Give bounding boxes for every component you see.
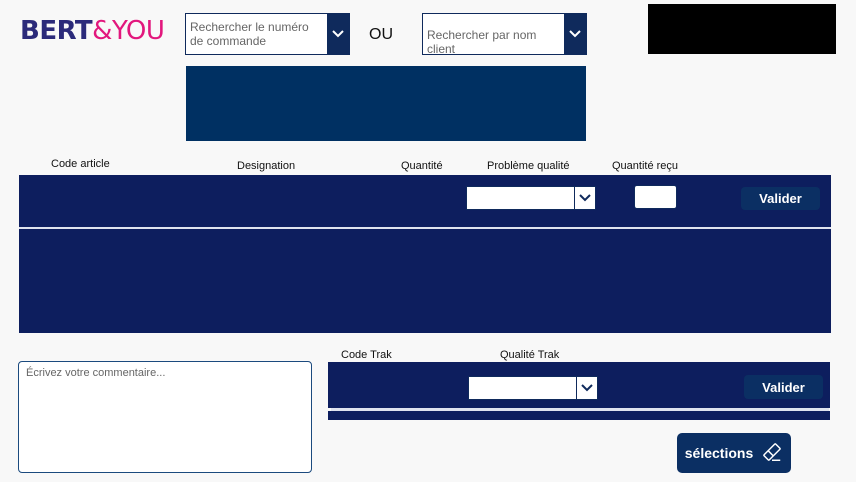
- table-row: [19, 175, 831, 227]
- clear-selections-button[interactable]: sélections: [677, 433, 791, 473]
- chevron-down-icon[interactable]: [564, 14, 586, 54]
- order-number-search-input[interactable]: Rechercher le numéro de commande: [186, 14, 327, 54]
- chevron-down-icon[interactable]: [576, 377, 597, 399]
- header-quantite: Quantité: [401, 160, 443, 172]
- header-probleme-qualite: Problème qualité: [487, 160, 570, 172]
- header-code-article: Code article: [51, 158, 110, 170]
- table-empty-area: [19, 229, 831, 333]
- logo-text-accent: &YOU: [92, 16, 165, 46]
- client-name-search-combo[interactable]: Rechercher par nom client: [422, 13, 587, 55]
- client-name-search-input[interactable]: Rechercher par nom client: [423, 14, 564, 54]
- brand-logo: BERT &YOU: [20, 14, 165, 48]
- header-designation: Designation: [237, 160, 296, 172]
- trak-quality-dropdown[interactable]: [468, 376, 598, 400]
- validate-trak-button[interactable]: Valider: [744, 375, 823, 399]
- redacted-block: [648, 4, 836, 54]
- order-number-search-combo[interactable]: Rechercher le numéro de commande: [185, 13, 350, 55]
- trak-footer-band: [328, 411, 830, 420]
- header-quantite-recu: Quantité reçu: [612, 160, 679, 172]
- eraser-icon: [761, 441, 783, 466]
- logo-text-primary: BERT: [20, 16, 93, 46]
- chevron-down-icon[interactable]: [574, 187, 595, 209]
- selections-label: sélections: [684, 445, 754, 461]
- chevron-down-icon[interactable]: [327, 14, 349, 54]
- order-info-panel: [186, 66, 586, 141]
- header-qualite-trak: Qualité Trak: [500, 349, 560, 361]
- comment-textarea[interactable]: Écrivez votre commentaire...: [18, 361, 312, 473]
- validate-row-button[interactable]: Valider: [741, 187, 820, 210]
- quantity-received-input[interactable]: [634, 185, 677, 209]
- quality-problem-dropdown[interactable]: [466, 186, 596, 210]
- header-code-trak: Code Trak: [341, 349, 392, 361]
- or-label: OU: [369, 26, 393, 43]
